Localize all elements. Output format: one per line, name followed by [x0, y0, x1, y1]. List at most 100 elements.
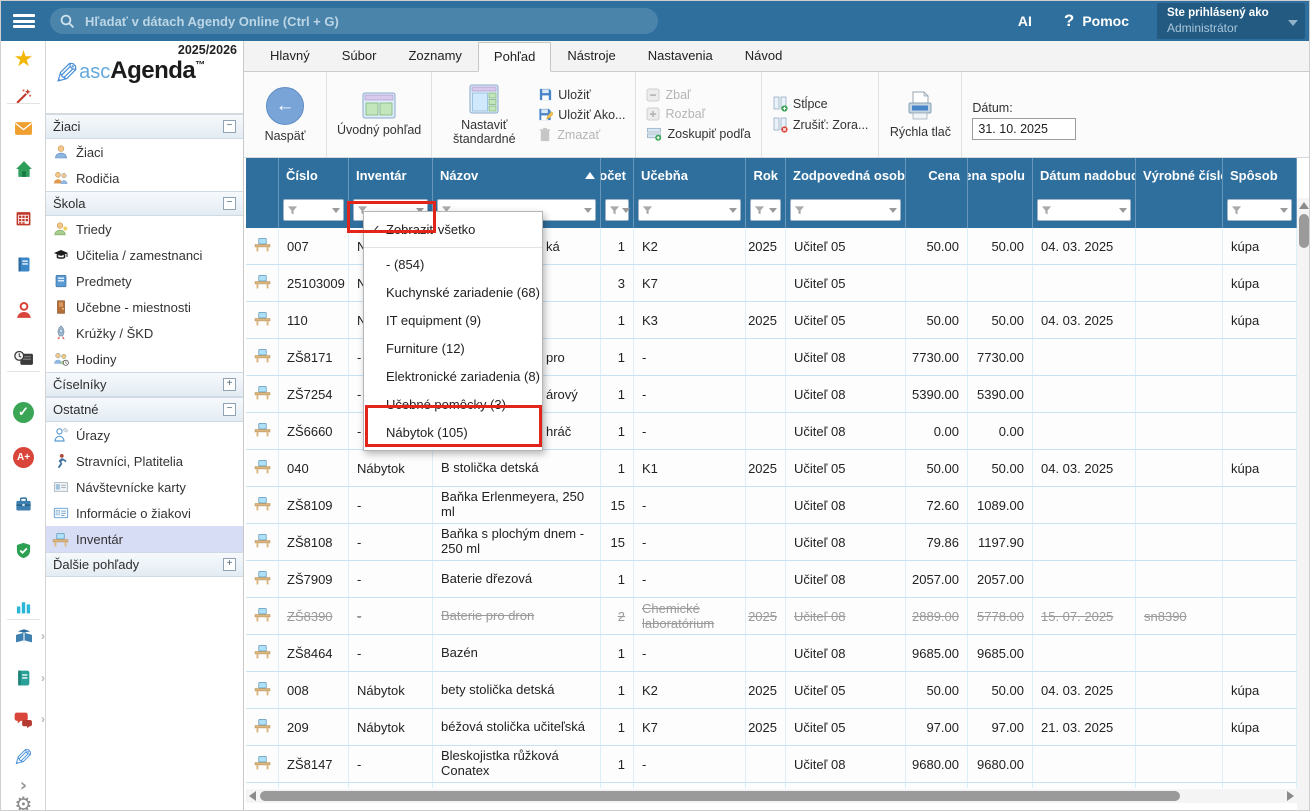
sidebar-section-skola[interactable]: Škola− [46, 191, 243, 216]
tab-navod[interactable]: Návod [729, 41, 799, 71]
table-row[interactable]: ZŠ8147-Bleskojistka růžková Conatex1-Uči… [246, 746, 1297, 783]
horizontal-scrollbar[interactable] [246, 789, 1297, 803]
strip-asc-pen-icon[interactable]: ✎ [1, 743, 46, 773]
strip-settings-gear-icon[interactable]: ⚙ [1, 789, 46, 811]
strip-magic-wand-icon[interactable] [1, 81, 46, 111]
save-as-button[interactable]: Uložiť Ako... [538, 107, 625, 122]
filter-option-6[interactable]: Učebné pomôcky (3) [364, 391, 542, 419]
sidebar-section-dalsie-pohlady[interactable]: Ďalšie pohľady+ [46, 552, 243, 577]
sidebar-item-ucitelia-zamestnanci[interactable]: Učitelia / zamestnanci [46, 242, 243, 268]
sidebar-item-navstevnicke-karty[interactable]: Návštevnícke karty [46, 474, 243, 500]
column-header-osoba[interactable]: Zodpovedná osoba [786, 158, 906, 192]
quick-print-button[interactable]: Rýchla tlač [889, 91, 951, 139]
sidebar-item-ziaci[interactable]: Žiaci [46, 139, 243, 165]
table-row[interactable]: ZŠ8109-Baňka Erlenmeyera, 250 ml15-Učite… [246, 487, 1297, 524]
sidebar-section-ostatne[interactable]: Ostatné− [46, 397, 243, 422]
column-header-cislo[interactable]: Číslo [279, 158, 349, 192]
expand-icon[interactable]: + [223, 378, 236, 391]
hamburger-menu-button[interactable] [1, 1, 46, 41]
help-button[interactable]: ? Pomoc [1050, 11, 1143, 31]
global-search[interactable] [50, 8, 658, 34]
sidebar-item-inventar[interactable]: Inventár [46, 526, 243, 552]
filter-dropdown-pocet[interactable] [605, 199, 629, 221]
tab-nastavenia[interactable]: Nastavenia [632, 41, 729, 71]
filter-option-5[interactable]: Elektronické zariadenia (8) [364, 363, 542, 391]
column-header-rok[interactable]: Rok [746, 158, 786, 192]
sidebar-item-informacie-o-ziakovi[interactable]: Informácie o žiakovi [46, 500, 243, 526]
column-header-sposob[interactable]: Spôsob [1223, 158, 1297, 192]
table-row[interactable]: 008Nábytokbety stolička detská1K22025Uči… [246, 672, 1297, 709]
tab-pohlad[interactable]: Pohľad [478, 42, 551, 72]
filter-dropdown-sposob[interactable] [1227, 199, 1292, 221]
collapse-icon[interactable]: − [223, 120, 236, 133]
column-header-cena_spolu[interactable]: Cena spolu [968, 158, 1033, 192]
delete-button[interactable]: Zmazať [538, 127, 625, 142]
date-input[interactable]: 31. 10. 2025 [972, 118, 1076, 140]
strip-messages-chat-icon[interactable]: › [1, 704, 46, 734]
collapse-icon[interactable]: − [223, 197, 236, 210]
home-view-button[interactable]: Úvodný pohľad [337, 92, 421, 137]
scroll-right-icon[interactable] [1287, 791, 1294, 801]
strip-home-icon[interactable] [1, 154, 46, 184]
strip-grades-aplus-icon[interactable]: A+ [1, 442, 46, 472]
expand-button[interactable]: Rozbaľ [646, 107, 750, 121]
table-row[interactable]: ZŠ8108-Baňka s plochým dnem - 250 ml15-U… [246, 524, 1297, 561]
scroll-up-icon[interactable] [1299, 202, 1309, 209]
collapse-icon[interactable]: − [223, 403, 236, 416]
strip-mail-icon[interactable] [1, 113, 46, 143]
vertical-scrollbar[interactable] [1297, 198, 1310, 811]
sidebar-item-predmety[interactable]: Predmety [46, 268, 243, 294]
column-header-vyrobne[interactable]: Výrobné číslo [1136, 158, 1223, 192]
table-row[interactable]: 209Nábytokbéžová stolička učiteľská1K720… [246, 709, 1297, 746]
ai-button[interactable]: AI [1000, 13, 1050, 29]
strip-library-book-icon[interactable]: › [1, 621, 46, 651]
sidebar-section-ciselniky[interactable]: Číselníky+ [46, 372, 243, 397]
filter-dropdown-cislo[interactable] [283, 199, 344, 221]
tab-zoznamy[interactable]: Zoznamy [392, 41, 477, 71]
filter-dropdown-ucebna[interactable] [638, 199, 741, 221]
strip-briefcase-icon[interactable] [1, 489, 46, 519]
search-input[interactable] [83, 13, 648, 30]
user-menu[interactable]: Ste prihlásený ako Administrátor [1157, 3, 1305, 39]
strip-documents-icon[interactable]: › [1, 663, 46, 693]
column-header-nazov[interactable]: Názov [433, 158, 601, 192]
column-header-cena[interactable]: Cena [906, 158, 968, 192]
sidebar-item-rodicia[interactable]: Rodičia [46, 165, 243, 191]
back-button[interactable]: ← Naspäť [254, 87, 316, 143]
strip-shield-icon[interactable] [1, 535, 46, 565]
expand-icon[interactable]: + [223, 558, 236, 571]
sidebar-section-ziaci[interactable]: Žiaci− [46, 114, 243, 139]
strip-person-icon[interactable] [1, 295, 46, 325]
filter-option-7[interactable]: Nábytok (105) [364, 419, 542, 447]
strip-classbook-icon[interactable] [1, 249, 46, 279]
table-row[interactable]: ZŠ8390-Baterie pro dron2Chemické laborat… [246, 598, 1297, 635]
table-row[interactable]: ZŠ7909-Baterie dřezová1-Učiteľ 082057.00… [246, 561, 1297, 598]
table-row[interactable]: ZŠ8464-Bazén1-Učiteľ 089685.009685.00 [246, 635, 1297, 672]
column-header-icon[interactable] [246, 158, 279, 192]
filter-option-1[interactable]: - (854) [364, 251, 542, 279]
filter-option-0[interactable]: ✓Zobraziť všetko [364, 215, 542, 244]
column-header-datum[interactable]: Dátum nadobudnutia [1033, 158, 1136, 192]
scroll-left-icon[interactable] [249, 791, 256, 801]
sidebar-item-stravnici-platitelia[interactable]: Stravníci, Platitelia [46, 448, 243, 474]
sidebar-item-triedy[interactable]: Triedy [46, 216, 243, 242]
horizontal-scroll-thumb[interactable] [260, 791, 1180, 801]
tab-subor[interactable]: Súbor [326, 41, 393, 71]
sidebar-item-hodiny[interactable]: Hodiny [46, 346, 243, 372]
vertical-scroll-thumb[interactable] [1299, 214, 1309, 248]
sidebar-item-urazy[interactable]: Úrazy [46, 422, 243, 448]
sidebar-item-ucebne-miestnosti[interactable]: Učebne - miestnosti [46, 294, 243, 320]
table-row[interactable]: 040NábytokB stolička detská1K12025Učiteľ… [246, 450, 1297, 487]
group-by-button[interactable]: Zoskupiť podľa [646, 126, 750, 141]
filter-dropdown-rok[interactable] [750, 199, 781, 221]
filter-option-2[interactable]: Kuchynské zariadenie (68) [364, 279, 542, 307]
columns-button[interactable]: Stĺpce [772, 96, 869, 112]
tab-nastroje[interactable]: Nástroje [551, 41, 631, 71]
filter-option-4[interactable]: Furniture (12) [364, 335, 542, 363]
save-button[interactable]: Uložiť [538, 87, 625, 102]
sidebar-item-kruzky-skd[interactable]: Krúžky / ŠKD [46, 320, 243, 346]
column-header-ucebna[interactable]: Učebňa [634, 158, 746, 192]
filter-dropdown-datum[interactable] [1037, 199, 1131, 221]
strip-lessons-clock-icon[interactable] [1, 343, 46, 373]
strip-statistics-chart-icon[interactable] [1, 591, 46, 621]
